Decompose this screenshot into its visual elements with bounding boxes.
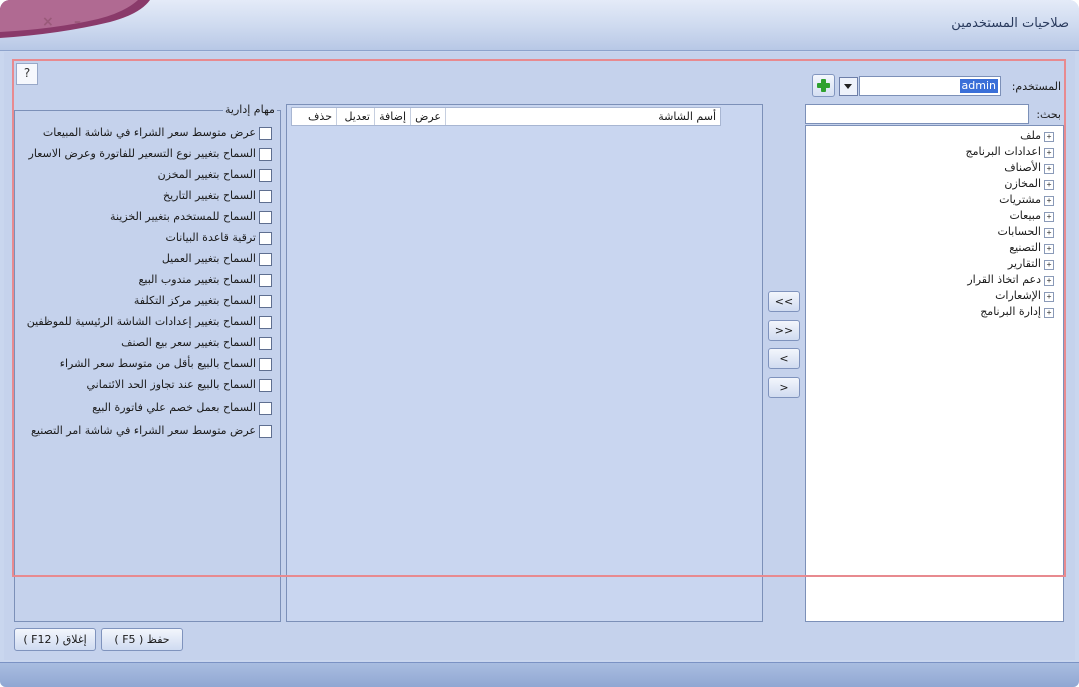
task-label: السماح بالبيع عند تجاوز الحد الائتماني	[86, 378, 256, 391]
column-edit[interactable]: تعديل	[336, 108, 374, 125]
expand-icon[interactable]: +	[1044, 244, 1054, 254]
task-label: السماح بتغيير مركز التكلفة	[133, 294, 256, 307]
expand-icon[interactable]: +	[1044, 308, 1054, 318]
column-view[interactable]: عرض	[410, 108, 445, 125]
tree-item[interactable]: مبيعات	[1009, 209, 1041, 225]
expand-icon[interactable]: +	[1044, 180, 1054, 190]
column-delete[interactable]: حذف	[292, 108, 336, 125]
task-label: السماح بتغيير المخزن	[157, 168, 256, 181]
task-label: ترقية قاعدة البيانات	[165, 231, 256, 244]
task-label: السماح بعمل خصم علي فاتورة البيع	[92, 401, 256, 414]
title-bar: × – صلاحيات المستخدمين	[0, 0, 1079, 51]
task-label: السماح بتغيير العميل	[161, 252, 256, 265]
tree-item[interactable]: مشتريات	[999, 193, 1041, 209]
task-checkbox[interactable]	[259, 253, 272, 266]
task-label: عرض متوسط سعر الشراء في شاشة امر التصنيع	[31, 424, 256, 437]
task-checkbox[interactable]	[259, 316, 272, 329]
task-checkbox[interactable]	[259, 148, 272, 161]
add-user-button[interactable]	[812, 74, 835, 97]
expand-icon[interactable]: +	[1044, 292, 1054, 302]
tree-item[interactable]: الأصناف	[1004, 161, 1041, 177]
expand-icon[interactable]: +	[1044, 212, 1054, 222]
task-label: السماح بالبيع بأقل من متوسط سعر الشراء	[59, 357, 256, 370]
move-all-button[interactable]: >>	[768, 320, 800, 341]
column-add[interactable]: إضافة	[374, 108, 410, 125]
task-checkbox[interactable]	[259, 337, 272, 350]
remove-all-button[interactable]: >	[768, 377, 800, 398]
search-input[interactable]	[805, 104, 1029, 124]
search-label: بحث:	[1036, 108, 1061, 121]
tree-item[interactable]: الحسابات	[998, 225, 1041, 241]
task-label: السماح بتغيير مندوب البيع	[138, 273, 256, 286]
grid-header: أسم الشاشة عرض إضافة تعديل حذف	[291, 107, 721, 126]
task-checkbox[interactable]	[259, 274, 272, 287]
tree-item[interactable]: ملف	[1020, 129, 1041, 145]
help-button[interactable]: ?	[16, 63, 38, 85]
user-dropdown-button[interactable]	[839, 77, 858, 96]
task-label: السماح بتغيير نوع التسعير للفاتورة وعرض …	[28, 147, 256, 160]
expand-icon[interactable]: +	[1044, 276, 1054, 286]
task-label: السماح بتغيير إعدادات الشاشة الرئيسية لل…	[26, 315, 256, 328]
tree-item[interactable]: إدارة البرنامج	[980, 305, 1041, 321]
title-decoration	[0, 0, 150, 38]
tree-item[interactable]: دعم اتخاذ القرار	[967, 273, 1041, 289]
task-checkbox[interactable]	[259, 190, 272, 203]
user-permissions-window: × – صلاحيات المستخدمين ? المستخدم: admin…	[0, 0, 1079, 687]
task-label: عرض متوسط سعر الشراء في شاشة المبيعات	[42, 126, 256, 139]
status-bar	[0, 662, 1079, 687]
tree-item[interactable]: الإشعارات	[995, 289, 1041, 305]
tree-item[interactable]: التصنيع	[1009, 241, 1041, 257]
close-icon[interactable]: ×	[42, 14, 54, 30]
task-checkbox[interactable]	[259, 379, 272, 392]
window-title: صلاحيات المستخدمين	[951, 16, 1069, 31]
tree-item[interactable]: اعدادات البرنامج	[966, 145, 1041, 161]
task-checkbox[interactable]	[259, 295, 272, 308]
task-label: السماح للمستخدم بتغيير الخزينة	[110, 210, 256, 223]
user-label: المستخدم:	[1011, 80, 1061, 93]
task-checkbox[interactable]	[259, 169, 272, 182]
task-checkbox[interactable]	[259, 358, 272, 371]
expand-icon[interactable]: +	[1044, 148, 1054, 158]
expand-icon[interactable]: +	[1044, 196, 1054, 206]
move-one-button[interactable]: <<	[768, 291, 800, 312]
remove-one-button[interactable]: <	[768, 348, 800, 369]
task-checkbox[interactable]	[259, 127, 272, 140]
tree-item[interactable]: التقارير	[1008, 257, 1041, 273]
user-value: admin	[959, 79, 998, 93]
task-checkbox[interactable]	[259, 425, 272, 438]
user-combobox[interactable]: admin	[859, 76, 1001, 96]
expand-icon[interactable]: +	[1044, 228, 1054, 238]
task-checkbox[interactable]	[259, 402, 272, 415]
expand-icon[interactable]: +	[1044, 260, 1054, 270]
tree-item[interactable]: المخازن	[1004, 177, 1041, 193]
expand-icon[interactable]: +	[1044, 164, 1054, 174]
save-button[interactable]: حفظ ( F5 )	[101, 628, 183, 651]
minimize-icon[interactable]: –	[74, 14, 81, 30]
task-label: السماح بتغيير سعر بيع الصنف	[121, 336, 256, 349]
expand-icon[interactable]: +	[1044, 132, 1054, 142]
column-screen-name[interactable]: أسم الشاشة	[445, 108, 720, 125]
task-label: السماح بتغيير التاريخ	[163, 189, 256, 202]
close-button[interactable]: إغلاق ( F12 )	[14, 628, 96, 651]
admin-tasks-title: مهام إدارية	[223, 103, 277, 116]
task-checkbox[interactable]	[259, 211, 272, 224]
task-checkbox[interactable]	[259, 232, 272, 245]
permissions-grid[interactable]	[286, 104, 763, 622]
